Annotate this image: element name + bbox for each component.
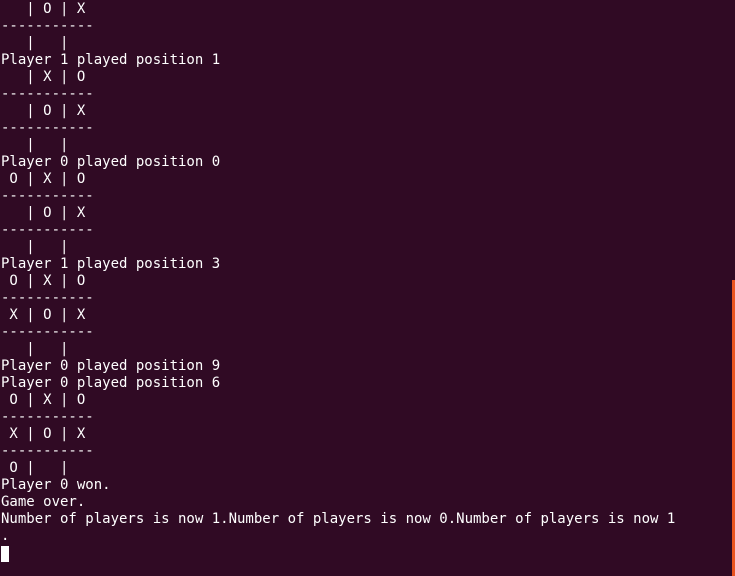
terminal-line: Player 1 played position 1: [1, 52, 221, 68]
terminal-line: Number of players is now 1.Number of pla…: [1, 511, 676, 527]
terminal-line: -----------: [1, 18, 94, 34]
terminal-line: | |: [1, 341, 69, 357]
terminal-line: -----------: [1, 409, 94, 425]
terminal-line: Game over.: [1, 494, 86, 510]
terminal-line: | |: [1, 137, 69, 153]
terminal-line: O | |: [1, 460, 69, 476]
terminal-line: .: [1, 528, 10, 544]
terminal-line: | O | X: [1, 1, 86, 17]
terminal-line: | X | O: [1, 69, 86, 85]
terminal-line: -----------: [1, 120, 94, 136]
terminal-line: -----------: [1, 222, 94, 238]
terminal-line: -----------: [1, 443, 94, 459]
terminal-line: -----------: [1, 86, 94, 102]
terminal-line: Player 1 played position 3: [1, 256, 221, 272]
terminal-line: O | X | O: [1, 392, 86, 408]
terminal-line: | O | X: [1, 205, 86, 221]
terminal-line: X | O | X: [1, 426, 86, 442]
terminal-line: -----------: [1, 324, 94, 340]
terminal-line: | |: [1, 239, 69, 255]
text-cursor: [1, 546, 9, 562]
terminal-output: | O | X ----------- | | Player 1 played …: [1, 1, 675, 562]
terminal-line: | |: [1, 35, 69, 51]
terminal-line: | O | X: [1, 103, 86, 119]
terminal-line: X | O | X: [1, 307, 86, 323]
terminal-line: O | X | O: [1, 273, 86, 289]
terminal-line: Player 0 played position 6: [1, 375, 221, 391]
terminal-window[interactable]: | O | X ----------- | | Player 1 played …: [0, 0, 735, 576]
cursor-line: [1, 545, 675, 562]
terminal-line: Player 0 played position 0: [1, 154, 221, 170]
terminal-line: Player 0 won.: [1, 477, 111, 493]
terminal-line: Player 0 played position 9: [1, 358, 221, 374]
terminal-line: O | X | O: [1, 171, 86, 187]
terminal-line: -----------: [1, 188, 94, 204]
terminal-line: -----------: [1, 290, 94, 306]
